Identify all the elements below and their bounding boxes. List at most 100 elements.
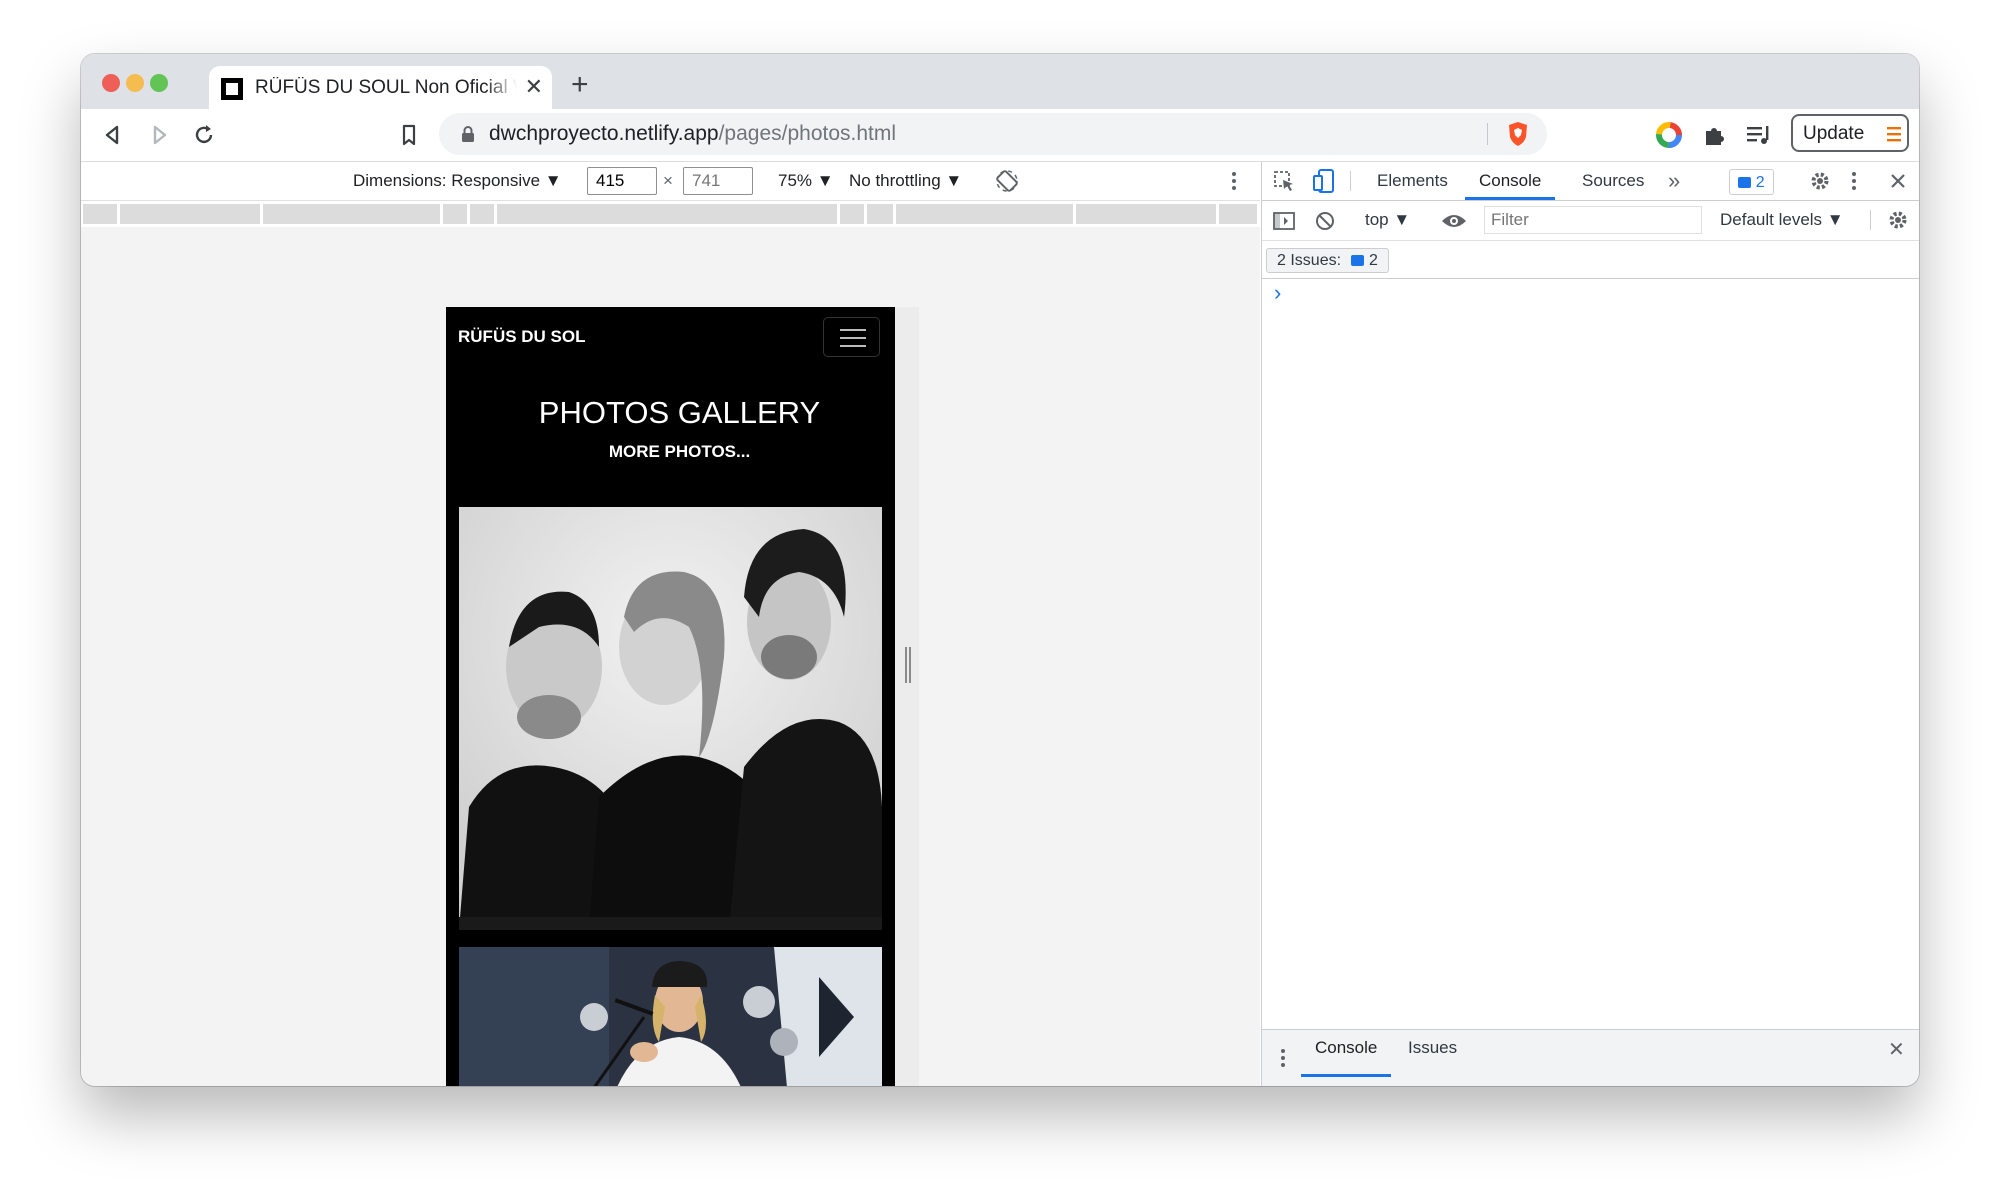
drawer-tab-console[interactable]: Console [1301,1030,1392,1077]
console-settings-gear-icon[interactable] [1886,208,1910,232]
browser-window: RÜFÜS DU SOUL Non Oficial Web ✕ + dwchpr… [81,54,1919,1086]
gallery-photo[interactable] [459,947,882,1086]
devtools-divider [1350,171,1351,191]
issues-link[interactable]: 2 Issues: 2 [1266,248,1389,273]
media-queue-icon[interactable] [1745,122,1773,148]
site-favicon-icon [221,78,243,100]
sidebar-toggle-icon[interactable] [1272,209,1296,233]
new-tab-button[interactable]: + [571,70,589,100]
media-query-bar [81,201,1260,227]
console-filter-bar: top ▼ Default levels ▼ [1262,201,1919,241]
update-label: Update [1803,123,1865,144]
settings-gear-icon[interactable] [1808,169,1832,193]
inspect-element-icon[interactable] [1272,169,1296,193]
width-input[interactable] [587,167,657,195]
address-bar[interactable]: dwchproyecto.netlify.app/pages/photos.ht… [439,113,1547,155]
back-button[interactable] [97,119,129,151]
media-query-segment[interactable] [840,204,864,224]
drawer-menu-icon[interactable] [1278,1046,1288,1070]
update-button[interactable]: Update [1791,114,1909,152]
tab-elements[interactable]: Elements [1377,162,1448,200]
mobile-page: RÜFÜS DU SOL PHOTOS GALLERY MORE PHOTOS.… [446,307,895,1086]
devtools-drawer: Console Issues ✕ [1262,1029,1919,1086]
media-query-segment[interactable] [867,204,893,224]
menu-lines-icon [1887,127,1901,142]
tab-console[interactable]: Console [1465,162,1556,200]
lock-icon [462,126,474,142]
brave-shield-icon[interactable] [1505,120,1531,148]
media-query-segment[interactable] [83,204,117,224]
media-query-segment[interactable] [443,204,467,224]
bookmark-icon [402,124,416,146]
reload-button[interactable] [188,119,220,151]
band-photo-image [459,507,882,930]
tab-strip: RÜFÜS DU SOUL Non Oficial Web ✕ + [81,54,1919,109]
bookmark-button[interactable] [393,119,425,151]
context-select[interactable]: top ▼ [1365,210,1410,230]
more-tabs-button[interactable]: » [1668,162,1680,200]
color-wheel-extension-icon[interactable] [1655,121,1683,149]
media-query-segment[interactable] [263,204,440,224]
filterbar-divider [1870,210,1871,230]
devtools-menu-icon[interactable] [1849,169,1859,193]
log-levels-select[interactable]: Default levels ▼ [1720,210,1844,230]
media-query-segment[interactable] [896,204,1073,224]
omnibox-divider [1487,123,1488,145]
issues-counter-badge[interactable]: 2 [1729,169,1774,195]
forward-arrow-icon [153,125,167,145]
minimize-window-button[interactable] [126,74,144,92]
console-prompt[interactable]: › [1274,280,1281,306]
media-query-segment[interactable] [1219,204,1257,224]
media-query-segment[interactable] [470,204,494,224]
close-devtools-icon[interactable] [1888,171,1908,191]
viewport-gutter [895,307,919,1086]
url-path: /pages/photos.html [718,122,897,145]
devtools-panel: Elements Console Sources » 2 top ▼ Defau… [1261,162,1919,1086]
tab-sources[interactable]: Sources [1582,162,1644,200]
media-query-segment[interactable] [120,204,260,224]
singer-photo-image [459,947,882,1086]
media-query-segment[interactable] [497,204,837,224]
zoom-select[interactable]: 75% ▼ [778,171,834,191]
issue-message-icon [1351,255,1365,267]
device-options-icon[interactable] [1229,169,1239,193]
drawer-close-icon[interactable]: ✕ [1888,1037,1905,1062]
devtools-tabbar: Elements Console Sources » 2 [1262,162,1919,201]
gallery-title: PHOTOS GALLERY [538,395,821,430]
hamburger-menu-button[interactable] [823,317,880,357]
site-brand[interactable]: RÜFÜS DU SOL [458,327,586,347]
more-photos-link[interactable]: MORE PHOTOS... [446,442,895,462]
reload-icon [195,125,213,144]
rotate-icon[interactable] [995,169,1019,193]
url-host: dwchproyecto.netlify.app [489,122,719,145]
drawer-tab-issues[interactable]: Issues [1408,1030,1457,1066]
hamburger-line [840,329,866,331]
maximize-window-button[interactable] [150,74,168,92]
close-window-button[interactable] [102,74,120,92]
issues-label: 2 Issues: [1277,252,1342,269]
console-filter-input[interactable] [1484,206,1702,234]
browser-tab[interactable]: RÜFÜS DU SOUL Non Oficial Web ✕ [209,66,552,109]
forward-button[interactable] [143,119,175,151]
gallery-photo[interactable] [459,507,882,930]
media-query-segment[interactable] [1076,204,1216,224]
back-arrow-icon [105,125,119,145]
url-text: dwchproyecto.netlify.app/pages/photos.ht… [489,122,896,146]
device-toolbar: Dimensions: Responsive ▼ × 75% ▼ No thro… [81,162,1260,201]
issues-badge-count: 2 [1755,174,1765,191]
height-input[interactable] [683,167,753,195]
dimensions-select[interactable]: Dimensions: Responsive ▼ [353,171,562,191]
emulated-viewport-area: RÜFÜS DU SOL PHOTOS GALLERY MORE PHOTOS.… [81,227,1260,1086]
device-toolbar-toggle-icon[interactable] [1312,168,1336,194]
live-expression-eye-icon[interactable] [1441,211,1467,231]
hamburger-line [840,337,866,339]
issues-count: 2 [1368,252,1378,269]
tab-close-icon[interactable]: ✕ [525,75,543,99]
throttling-select[interactable]: No throttling ▼ [849,171,962,191]
resize-handle-right[interactable] [905,647,911,683]
browser-toolbar: dwchproyecto.netlify.app/pages/photos.ht… [81,109,1919,162]
tab-title: RÜFÜS DU SOUL Non Oficial Web [255,77,517,98]
extensions-puzzle-icon[interactable] [1701,122,1727,148]
clear-console-icon[interactable] [1314,210,1336,232]
issues-row: 2 Issues: 2 [1262,241,1919,279]
